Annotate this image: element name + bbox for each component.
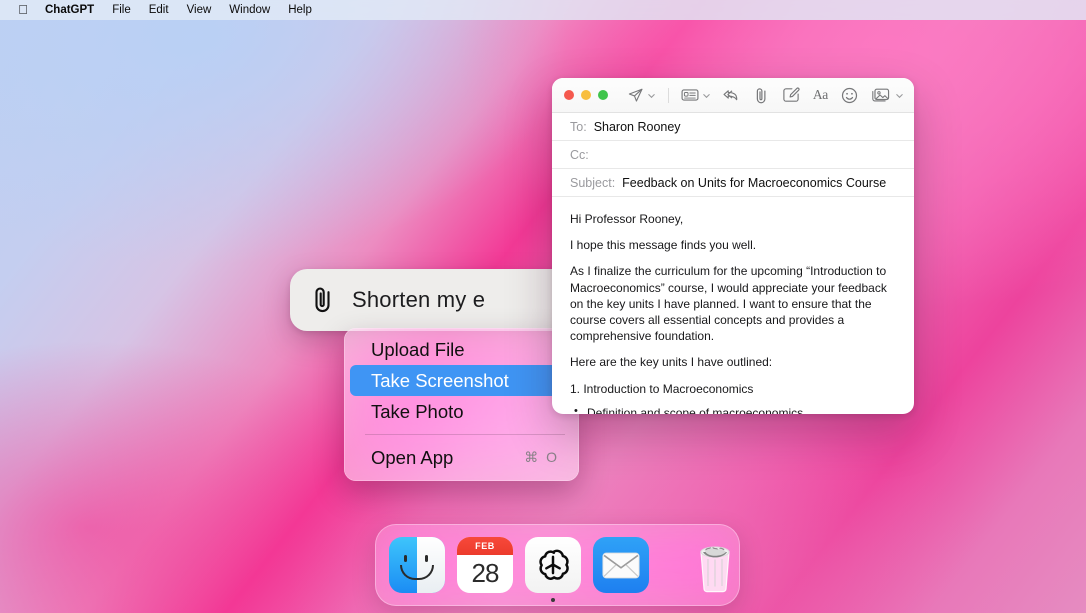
menu-item-edit[interactable]: Edit [140,0,178,20]
media-chevron-down-icon[interactable] [895,91,904,100]
calendar-day: 28 [457,555,513,593]
zoom-button[interactable] [598,90,608,100]
mail-compose-window: Aa To: [552,78,914,414]
menu-item-take-screenshot[interactable]: Take Screenshot [350,365,573,396]
field-to-value: Sharon Rooney [594,120,681,134]
menu-item-chatgpt[interactable]: ChatGPT [36,0,103,20]
send-chevron-down-icon[interactable] [647,91,656,100]
menu-item-view[interactable]: View [178,0,221,20]
menu-bar:  ChatGPT File Edit View Window Help [0,0,1086,20]
window-traffic-lights [564,90,608,100]
menu-item-label: Upload File [371,339,465,361]
menu-item-label: Open App [371,447,453,469]
dock-item-chatgpt[interactable] [525,537,581,593]
field-subject-value: Feedback on Units for Macroeconomics Cou… [622,176,886,190]
attach-paperclip-icon[interactable] [754,87,769,104]
menu-item-file[interactable]: File [103,0,140,20]
envelope-icon [602,552,640,579]
field-cc[interactable]: Cc: [552,141,914,169]
menu-item-label: Take Photo [371,401,464,423]
body-paragraph-1: I hope this message finds you well. [570,237,896,253]
openai-logo-icon [534,546,572,584]
dock-item-trash[interactable] [687,537,743,593]
field-to[interactable]: To: Sharon Rooney [552,113,914,141]
paperclip-icon[interactable] [310,286,336,314]
field-cc-label: Cc: [570,148,589,162]
field-subject[interactable]: Subject: Feedback on Units for Macroecon… [552,169,914,197]
stationery-chevron-down-icon[interactable] [702,91,711,100]
menu-item-shortcut: ⌘ O [524,449,559,466]
apple-logo-icon[interactable]:  [10,3,36,18]
stationery-icon[interactable] [681,87,699,103]
body-greeting: Hi Professor Rooney, [570,211,896,227]
finder-eye-right [425,555,428,562]
list-item: Definition and scope of macroeconomics [570,405,896,414]
dock-item-mail[interactable] [593,537,649,593]
menu-item-help[interactable]: Help [279,0,321,20]
finder-eye-left [404,555,407,562]
menu-item-take-photo[interactable]: Take Photo [350,396,573,427]
menu-item-open-app[interactable]: Open App ⌘ O [350,442,573,473]
emoji-icon[interactable] [841,87,858,104]
menu-item-label: Take Screenshot [371,370,509,392]
menu-divider [365,434,565,435]
dock-item-calendar[interactable]: FEB 28 [457,537,513,593]
attachment-menu: Upload File Take Screenshot Take Photo O… [344,328,579,481]
markup-icon[interactable] [782,87,800,103]
dock-item-finder[interactable] [389,537,445,593]
trash-icon [692,539,738,593]
body-paragraph-3: Here are the key units I have outlined: [570,354,896,370]
menu-item-upload-file[interactable]: Upload File [350,334,573,365]
dock: FEB 28 [375,524,740,606]
toolbar-divider [668,88,669,103]
send-icon[interactable] [627,87,644,104]
close-button[interactable] [564,90,574,100]
body-bullet-list: Definition and scope of macroeconomics K… [570,405,896,414]
chatgpt-prompt-bar[interactable]: Shorten my e [290,269,580,331]
reply-all-icon[interactable] [722,87,741,103]
media-icon[interactable] [871,87,890,103]
minimize-button[interactable] [581,90,591,100]
mail-toolbar: Aa [552,78,914,113]
calendar-month: FEB [457,537,513,555]
field-subject-label: Subject: [570,176,615,190]
mail-body[interactable]: Hi Professor Rooney, I hope this message… [552,197,914,414]
field-to-label: To: [570,120,587,134]
running-indicator-dot [551,598,555,602]
body-paragraph-2: As I finalize the curriculum for the upc… [570,263,896,344]
format-text-icon[interactable]: Aa [813,87,828,103]
menu-item-window[interactable]: Window [220,0,279,20]
body-list-heading: 1. Introduction to Macroeconomics [570,381,896,397]
prompt-text: Shorten my e [352,287,485,313]
